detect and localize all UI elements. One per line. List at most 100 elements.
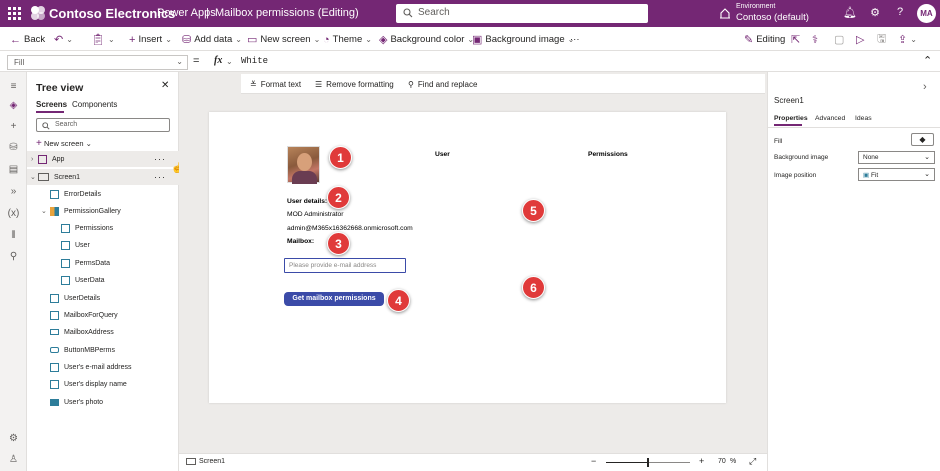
- get-mailbox-permissions-button[interactable]: Get mailbox permissions: [284, 292, 384, 306]
- tree-node-label: User: [75, 241, 90, 249]
- tab-components[interactable]: Components: [72, 100, 117, 109]
- more-options-icon[interactable]: ···: [154, 154, 166, 164]
- fit-to-window-icon[interactable]: ⤢: [749, 456, 756, 467]
- new-screen-button[interactable]: ▭ New screen ⌄: [247, 33, 320, 46]
- more-options-icon[interactable]: ···: [154, 172, 166, 182]
- tab-screens[interactable]: Screens: [36, 100, 67, 109]
- hamburger-icon[interactable]: ≡: [7, 80, 20, 93]
- avatar[interactable]: MA: [917, 4, 936, 23]
- tree-node[interactable]: MailboxForQuery: [27, 307, 179, 323]
- tree-node[interactable]: UserData: [27, 272, 179, 288]
- tab-advanced[interactable]: Advanced: [815, 115, 845, 122]
- background-image-button[interactable]: ▣ Background image ⌄: [472, 33, 574, 46]
- label-control-icon: [61, 240, 70, 250]
- global-search-input[interactable]: Search: [396, 4, 648, 23]
- search-icon[interactable]: ⚲: [7, 250, 20, 263]
- gear-icon[interactable]: ⚙: [868, 6, 882, 20]
- tree-node[interactable]: User's e-mail address: [27, 359, 179, 375]
- paste-button[interactable]: 📋︎ ⌄: [91, 33, 115, 46]
- chevron-down-icon[interactable]: ⌄: [226, 57, 233, 66]
- chevron-down-icon: ⌄: [41, 208, 47, 215]
- tree-node[interactable]: UserDetails: [27, 290, 179, 306]
- user-photo[interactable]: [287, 146, 320, 184]
- chevron-right-icon[interactable]: ›: [923, 81, 927, 93]
- tree-node[interactable]: ErrorDetails: [27, 186, 179, 202]
- tree-node-screen1[interactable]: ⌄ Screen1 ···: [27, 169, 179, 185]
- editing-mode-button[interactable]: ✎ Editing: [744, 33, 785, 46]
- tree-node[interactable]: ⌄ PermissionGallery: [27, 203, 179, 219]
- tree-node[interactable]: User's display name: [27, 376, 179, 392]
- publish-button[interactable]: ⇪ ⌄: [898, 33, 917, 46]
- zoom-in-button[interactable]: +: [699, 456, 704, 466]
- image-control-icon: [50, 398, 59, 406]
- plus-icon[interactable]: +: [7, 120, 20, 133]
- label-control-icon: [50, 362, 59, 372]
- person-icon[interactable]: ♙: [7, 453, 20, 466]
- environment-value[interactable]: Contoso (default): [736, 12, 809, 23]
- zoom-slider-fill: [606, 462, 648, 463]
- current-screen-name[interactable]: Screen1: [199, 458, 225, 465]
- insert-button[interactable]: + Insert ⌄: [129, 33, 172, 46]
- tree-node[interactable]: User: [27, 237, 179, 253]
- tab-properties[interactable]: Properties: [774, 115, 808, 122]
- add-data-button[interactable]: ⛁ Add data ⌄: [182, 33, 242, 46]
- bell-icon[interactable]: 🔔︎: [843, 6, 857, 20]
- back-button[interactable]: ← Back: [10, 33, 45, 46]
- chevron-up-icon[interactable]: ⌃: [923, 54, 932, 67]
- new-screen-button[interactable]: + New screen ⌄: [36, 138, 92, 149]
- save-button[interactable]: 🖫︎: [877, 33, 886, 46]
- comments-button[interactable]: ▢: [834, 33, 844, 46]
- database-icon[interactable]: ⛁: [7, 141, 20, 154]
- tree-search-input[interactable]: Search: [36, 118, 170, 132]
- variables-icon[interactable]: (x): [7, 207, 20, 220]
- share-button[interactable]: ⇱: [791, 33, 800, 46]
- gear-icon[interactable]: ⚙: [7, 432, 20, 445]
- help-icon[interactable]: ?: [893, 6, 907, 20]
- app-checker-button[interactable]: ⚕: [812, 33, 818, 46]
- contoso-logo-icon: [31, 6, 45, 20]
- tree-node-label: App: [52, 155, 65, 163]
- mailbox-address-input[interactable]: Please provide e-mail address: [284, 258, 406, 273]
- plus-icon: +: [129, 33, 136, 46]
- search-icon: ⚲: [408, 80, 414, 89]
- user-email-address: admin@M365x16362668.onmicrosoft.com: [287, 225, 413, 232]
- theme-button[interactable]: ◔ Theme ⌄: [323, 33, 372, 46]
- background-image-label: Background image: [774, 154, 829, 161]
- search-icon: [403, 8, 413, 18]
- label-control-icon: [61, 275, 70, 285]
- tree-node[interactable]: PermsData: [27, 255, 179, 271]
- tree-node-app[interactable]: › App ···: [27, 151, 179, 167]
- remove-formatting-button[interactable]: ☰ Remove formatting: [315, 80, 394, 89]
- layers-icon[interactable]: ◈: [7, 99, 20, 112]
- zoom-out-button[interactable]: −: [591, 456, 596, 466]
- background-image-dropdown[interactable]: None ⌄: [858, 151, 935, 164]
- app-launcher-icon[interactable]: [8, 7, 21, 20]
- tree-node[interactable]: User's photo: [27, 394, 179, 410]
- media-icon[interactable]: ▤: [7, 163, 20, 176]
- more-commands-button[interactable]: ···: [570, 33, 580, 46]
- tab-ideas[interactable]: Ideas: [855, 115, 872, 122]
- formula-input[interactable]: White: [241, 56, 268, 66]
- tools-icon[interactable]: ⫴: [7, 229, 20, 242]
- zoom-slider[interactable]: [606, 458, 690, 467]
- power-automate-icon[interactable]: »: [7, 185, 20, 198]
- fill-color-picker[interactable]: ◆: [911, 133, 934, 146]
- tree-node[interactable]: MailboxAddress: [27, 324, 179, 340]
- close-icon[interactable]: ✕: [161, 80, 169, 91]
- find-replace-button[interactable]: ⚲ Find and replace: [408, 80, 477, 89]
- undo-button[interactable]: ↶ ⌄: [54, 33, 73, 46]
- image-position-dropdown[interactable]: ▣ Fit ⌄: [858, 168, 935, 181]
- background-color-button[interactable]: ◈ Background color ⌄: [379, 33, 474, 46]
- preview-button[interactable]: ▷: [856, 33, 864, 46]
- tree-node[interactable]: Permissions: [27, 220, 179, 236]
- format-text-button[interactable]: ≚ Format text: [250, 80, 301, 89]
- add-data-label: Add data: [194, 34, 233, 45]
- fx-icon[interactable]: fx: [214, 55, 222, 66]
- equals-sign: =: [193, 55, 200, 67]
- tree-node[interactable]: ButtonMBPerms: [27, 342, 179, 358]
- zoom-slider-thumb[interactable]: [647, 458, 649, 467]
- tree-node-label: User's photo: [64, 398, 104, 406]
- callout-badge: 3: [327, 232, 350, 255]
- property-dropdown[interactable]: Fill ⌄: [7, 55, 188, 70]
- zoom-unit: %: [730, 458, 737, 465]
